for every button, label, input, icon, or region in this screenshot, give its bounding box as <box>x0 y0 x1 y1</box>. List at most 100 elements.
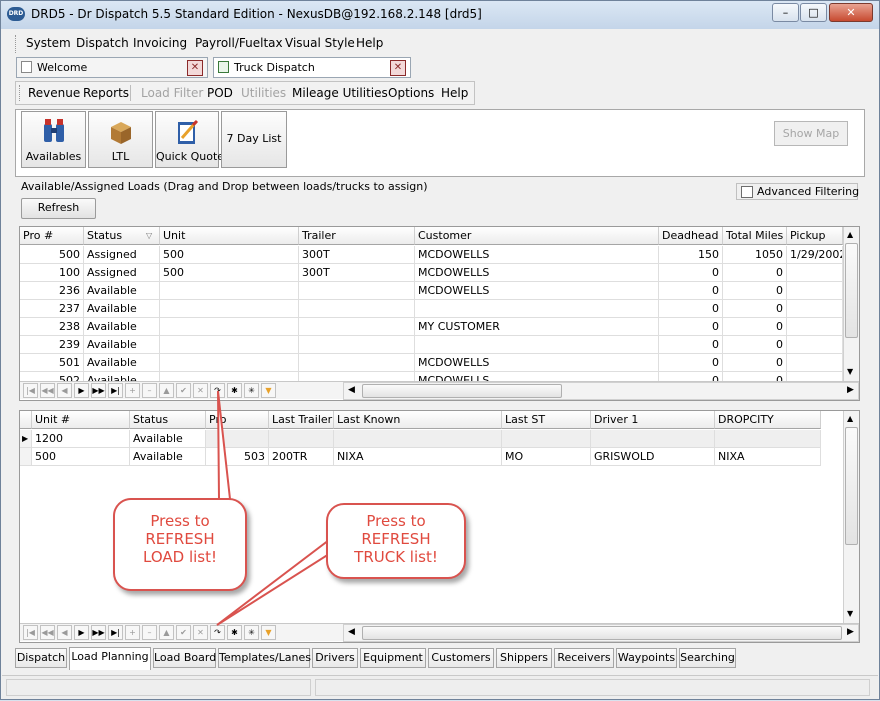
loads-table-cell[interactable]: 0 <box>723 354 787 372</box>
advanced-filtering-toggle[interactable]: Advanced Filtering <box>736 183 859 200</box>
loads-column-header[interactable]: Trailer <box>299 227 415 245</box>
toolbar-reports[interactable]: Reports <box>83 86 129 100</box>
trucks-post-record-icon[interactable]: ✔ <box>176 625 191 640</box>
trucks-table-cell[interactable]: Available <box>130 430 206 448</box>
scroll-right-icon[interactable]: ▶ <box>847 385 854 395</box>
minimize-button[interactable]: – <box>772 3 799 22</box>
tab-truck-dispatch[interactable]: Truck Dispatch ✕ <box>213 57 411 78</box>
close-tab-truck-dispatch-icon[interactable]: ✕ <box>390 60 406 76</box>
loads-post-record-icon[interactable]: ✔ <box>176 383 191 398</box>
loads-table-cell[interactable]: Available <box>84 354 160 372</box>
toolbar-options[interactable]: Options <box>388 86 434 100</box>
scroll-down-icon[interactable]: ▼ <box>847 609 853 618</box>
loads-next-record-icon[interactable]: ▶ <box>74 383 89 398</box>
trucks-table-cell[interactable]: NIXA <box>334 448 502 466</box>
trucks-goto-bookmark-icon[interactable]: ✳ <box>244 625 259 640</box>
loads-table-cell[interactable] <box>299 318 415 336</box>
refresh-loads-button[interactable]: Refresh <box>21 198 96 219</box>
menu-dispatch[interactable]: Dispatch <box>76 36 129 50</box>
loads-horizontal-scrollbar[interactable]: ◀ ▶ <box>343 382 859 400</box>
trucks-refresh-records-icon[interactable]: ↷ <box>210 625 225 640</box>
loads-table-cell[interactable]: 150 <box>659 246 723 264</box>
loads-table-cell[interactable]: 239 <box>20 336 84 354</box>
trucks-table-cell[interactable]: GRISWOLD <box>591 448 715 466</box>
show-map-button[interactable]: Show Map <box>774 121 848 146</box>
trucks-table-cell[interactable]: MO <box>502 448 591 466</box>
loads-table-cell[interactable]: 0 <box>723 264 787 282</box>
trucks-table-cell[interactable]: 500 <box>32 448 130 466</box>
loads-table-cell[interactable]: 0 <box>659 300 723 318</box>
loads-table-cell[interactable]: Available <box>84 318 160 336</box>
loads-prior-page-icon[interactable]: ◀◀ <box>40 383 55 398</box>
loads-column-header[interactable]: Customer <box>415 227 659 245</box>
loads-prior-record-icon[interactable]: ◀ <box>57 383 72 398</box>
scroll-up-icon[interactable]: ▲ <box>847 414 853 423</box>
loads-refresh-records-icon[interactable]: ↷ <box>210 383 225 398</box>
loads-table-cell[interactable] <box>160 336 299 354</box>
toolbar-mileage-utilities[interactable]: Mileage Utilities <box>292 86 388 100</box>
loads-table-cell[interactable]: 236 <box>20 282 84 300</box>
loads-table-cell[interactable]: 0 <box>659 354 723 372</box>
seven-day-list-button[interactable]: 7 Day List <box>221 111 287 168</box>
loads-save-bookmark-icon[interactable]: ✱ <box>227 383 242 398</box>
trucks-column-header[interactable]: Unit # <box>32 411 130 429</box>
loads-table-cell[interactable]: 238 <box>20 318 84 336</box>
loads-last-record-icon[interactable]: ▶| <box>108 383 123 398</box>
menu-invoicing[interactable]: Invoicing <box>133 36 187 50</box>
tab-equipment[interactable]: Equipment <box>360 648 426 668</box>
loads-table-cell[interactable]: MCDOWELLS <box>415 282 659 300</box>
tab-receivers[interactable]: Receivers <box>554 648 614 668</box>
trucks-table-cell[interactable]: 200TR <box>269 448 334 466</box>
loads-table-cell[interactable]: Available <box>84 282 160 300</box>
loads-filter-records-icon[interactable]: ▼ <box>261 383 276 398</box>
loads-table-cell[interactable] <box>160 318 299 336</box>
loads-table-cell[interactable]: MCDOWELLS <box>415 354 659 372</box>
loads-table-cell[interactable]: 500 <box>160 246 299 264</box>
loads-table-cell[interactable] <box>787 300 843 318</box>
trucks-prior-page-icon[interactable]: ◀◀ <box>40 625 55 640</box>
tab-shippers[interactable]: Shippers <box>496 648 552 668</box>
advanced-filtering-checkbox[interactable] <box>741 186 753 198</box>
loads-table-cell[interactable] <box>160 282 299 300</box>
loads-table-cell[interactable] <box>415 336 659 354</box>
loads-table-cell[interactable] <box>299 354 415 372</box>
trucks-vscroll-thumb[interactable] <box>845 427 858 545</box>
tab-load-planning[interactable]: Load Planning <box>69 647 151 670</box>
trucks-table-cell[interactable] <box>502 430 591 448</box>
loads-table-cell[interactable]: Available <box>84 336 160 354</box>
loads-column-header[interactable]: Pickup <box>787 227 843 245</box>
trucks-column-header[interactable]: Driver 1 <box>591 411 715 429</box>
trucks-prior-record-icon[interactable]: ◀ <box>57 625 72 640</box>
loads-table-cell[interactable]: 500 <box>160 264 299 282</box>
sort-indicator-icon[interactable]: ▽ <box>146 231 152 240</box>
loads-delete-record-icon[interactable]: – <box>142 383 157 398</box>
trucks-next-page-icon[interactable]: ▶▶ <box>91 625 106 640</box>
trucks-column-header[interactable]: Last Known <box>334 411 502 429</box>
tab-searching[interactable]: Searching <box>679 648 736 668</box>
tab-drivers[interactable]: Drivers <box>312 648 358 668</box>
trucks-cancel-record-icon[interactable]: ✕ <box>193 625 208 640</box>
trucks-save-bookmark-icon[interactable]: ✱ <box>227 625 242 640</box>
trucks-table-cell[interactable]: 1200 <box>32 430 130 448</box>
loads-table-cell[interactable]: 0 <box>723 318 787 336</box>
scroll-up-icon[interactable]: ▲ <box>847 230 853 239</box>
loads-table-cell[interactable] <box>299 282 415 300</box>
toolbar-pod[interactable]: POD <box>207 86 233 100</box>
menu-payroll-fueltax[interactable]: Payroll/Fueltax <box>195 36 283 50</box>
title-bar[interactable]: DRD DRD5 - Dr Dispatch 5.5 Standard Edit… <box>1 1 879 29</box>
trucks-last-record-icon[interactable]: ▶| <box>108 625 123 640</box>
scroll-left-icon[interactable]: ◀ <box>348 627 355 637</box>
menu-help[interactable]: Help <box>356 36 383 50</box>
loads-table-cell[interactable] <box>787 354 843 372</box>
trucks-vertical-scrollbar[interactable]: ▲ ▼ <box>843 411 859 623</box>
scroll-left-icon[interactable]: ◀ <box>348 385 355 395</box>
loads-table-cell[interactable]: 1/29/2002 <box>787 246 843 264</box>
trucks-table-cell[interactable]: Available <box>130 448 206 466</box>
loads-table-cell[interactable]: 300T <box>299 246 415 264</box>
trucks-table-cell[interactable] <box>591 430 715 448</box>
loads-table-cell[interactable]: MY CUSTOMER <box>415 318 659 336</box>
loads-table-cell[interactable] <box>160 354 299 372</box>
menu-visual-style[interactable]: Visual Style <box>285 36 355 50</box>
loads-column-header[interactable]: Deadhead <box>659 227 723 245</box>
trucks-table-cell[interactable]: NIXA <box>715 448 821 466</box>
